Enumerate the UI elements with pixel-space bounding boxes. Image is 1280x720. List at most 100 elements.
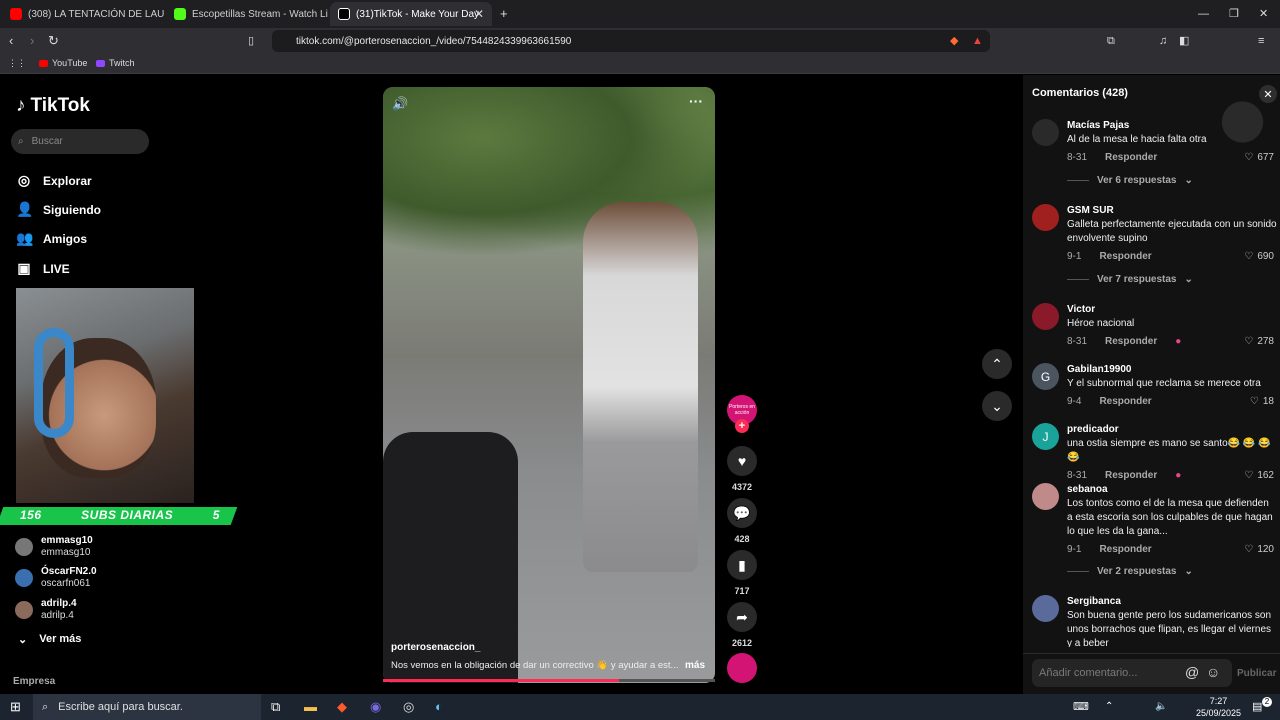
- windows-start-icon[interactable]: ⊞: [10, 699, 21, 715]
- brave-shield-icon[interactable]: ◆: [950, 33, 958, 49]
- share-button[interactable]: ➦ 2612: [727, 602, 757, 648]
- sidebar-toggle-icon[interactable]: ◧: [1179, 33, 1189, 49]
- discord-icon[interactable]: ◉: [370, 699, 381, 715]
- brave-browser-icon[interactable]: ◆: [337, 699, 347, 715]
- avatar[interactable]: G: [1032, 363, 1059, 390]
- following-account[interactable]: emmasg10 emmasg10: [15, 535, 93, 559]
- comment-item: G Gabilan19900 Y el subnormal que reclam…: [1032, 363, 1277, 408]
- comment-author[interactable]: Sergibanca: [1067, 595, 1277, 609]
- emoji-icon[interactable]: ☺: [1206, 664, 1220, 680]
- reply-button[interactable]: Responder: [1099, 396, 1151, 407]
- show-hidden-icons-icon[interactable]: ⌃: [1105, 699, 1113, 715]
- music-disc-icon[interactable]: [727, 653, 757, 683]
- volume-icon[interactable]: 🔈: [1155, 699, 1167, 715]
- file-explorer-icon[interactable]: ▬: [304, 699, 317, 715]
- avatar[interactable]: J: [1032, 423, 1059, 450]
- steam-icon[interactable]: ◐: [435, 699, 443, 715]
- avatar[interactable]: [1032, 303, 1059, 330]
- restore-icon[interactable]: ❐: [1229, 6, 1239, 22]
- follow-plus-icon[interactable]: +: [735, 419, 749, 433]
- reply-button[interactable]: Responder: [1105, 152, 1157, 163]
- view-replies-button[interactable]: Ver 2 respuestas ⌄: [1067, 566, 1193, 577]
- video-username[interactable]: porterosenaccion_: [391, 642, 480, 653]
- heart-outline-icon: ♡: [1244, 250, 1254, 262]
- save-button[interactable]: ▮ 717: [727, 550, 757, 596]
- comment-author[interactable]: Victor: [1067, 303, 1277, 317]
- close-tab-icon[interactable]: ✕: [474, 7, 484, 21]
- extensions-icon[interactable]: ⧉: [1107, 33, 1115, 49]
- more-options-icon[interactable]: ···: [689, 93, 703, 109]
- forward-icon[interactable]: ›: [30, 33, 34, 49]
- comment-button[interactable]: 💬 428: [727, 498, 757, 544]
- reply-button[interactable]: Responder: [1105, 336, 1157, 347]
- close-window-icon[interactable]: ✕: [1259, 6, 1268, 22]
- see-more-label: Ver más: [39, 633, 82, 645]
- nav-amigos[interactable]: 👥 Amigos: [16, 230, 87, 247]
- comment-author[interactable]: sebanoa: [1067, 483, 1277, 497]
- minimize-icon[interactable]: —: [1198, 6, 1209, 22]
- replies-label: Ver 6 respuestas: [1097, 175, 1177, 186]
- music-icon[interactable]: ♫: [1159, 33, 1167, 49]
- apps-icon[interactable]: ⋮⋮: [8, 58, 26, 69]
- browser-tab-youtube[interactable]: (308) LA TENTACIÓN DE LAURITA Y: [2, 2, 164, 26]
- comment-input[interactable]: Añadir comentario...: [1032, 659, 1232, 687]
- bookmark-youtube[interactable]: YouTube: [39, 58, 87, 68]
- nav-explorar[interactable]: ◎ Explorar: [16, 172, 92, 189]
- view-replies-button[interactable]: Ver 7 respuestas ⌄: [1067, 274, 1193, 285]
- previous-video-button[interactable]: ⌃: [982, 349, 1012, 379]
- comment-author[interactable]: predicador: [1067, 423, 1277, 437]
- following-account[interactable]: adrilp.4 adrilp.4: [15, 598, 77, 622]
- see-more-button[interactable]: ⌄ Ver más: [18, 633, 81, 646]
- friends-icon: 👥: [16, 230, 34, 246]
- obs-icon[interactable]: ◎: [403, 699, 414, 715]
- video-progress-bar[interactable]: [383, 679, 715, 682]
- publish-button[interactable]: Publicar: [1237, 668, 1276, 679]
- bookmark-icon[interactable]: ▯: [248, 33, 254, 49]
- nav-label: LIVE: [43, 261, 70, 276]
- bookmark-twitch[interactable]: Twitch: [96, 58, 135, 68]
- brave-rewards-icon[interactable]: ▲: [972, 33, 983, 49]
- back-icon[interactable]: ‹: [9, 33, 13, 49]
- comment-like-button[interactable]: ♡ 162: [1244, 470, 1274, 481]
- comment-like-button[interactable]: ♡ 120: [1244, 544, 1274, 555]
- tiktok-logo[interactable]: ♪ TikTok: [16, 95, 90, 117]
- like-button[interactable]: ♥ 4372: [727, 446, 757, 492]
- comment-likes: 120: [1257, 543, 1274, 555]
- nav-siguiendo[interactable]: 👤 Siguiendo: [16, 201, 101, 218]
- comment-like-button[interactable]: ♡ 690: [1244, 251, 1274, 262]
- comment-author[interactable]: GSM SUR: [1067, 204, 1277, 218]
- keyboard-icon[interactable]: ⌨: [1073, 699, 1089, 715]
- view-replies-button[interactable]: Ver 6 respuestas ⌄: [1067, 175, 1193, 186]
- comment-like-button[interactable]: ♡ 18: [1250, 396, 1274, 407]
- search-placeholder: Buscar: [31, 136, 63, 147]
- reply-button[interactable]: Responder: [1099, 251, 1151, 262]
- comment-like-button[interactable]: ♡ 677: [1244, 152, 1274, 163]
- search-input[interactable]: ⌕ Buscar: [11, 129, 149, 154]
- task-view-icon[interactable]: ⧉: [271, 699, 280, 715]
- avatar[interactable]: [1032, 204, 1059, 231]
- nav-live[interactable]: ▣ LIVE: [16, 260, 70, 277]
- avatar[interactable]: [1032, 119, 1059, 146]
- reply-button[interactable]: Responder: [1099, 544, 1151, 555]
- mention-icon[interactable]: @: [1185, 664, 1199, 680]
- company-link[interactable]: Empresa: [13, 676, 55, 687]
- volume-icon[interactable]: 🔊: [392, 96, 408, 112]
- following-account[interactable]: ÓscarFN2.0 oscarfn061: [15, 566, 97, 590]
- avatar[interactable]: [1032, 595, 1059, 622]
- browser-tab-tiktok[interactable]: (31)TikTok - Make Your Day ✕: [330, 2, 492, 26]
- avatar[interactable]: [1032, 483, 1059, 510]
- more-text-button[interactable]: más: [685, 660, 705, 671]
- address-bar[interactable]: tiktok.com/@porterosenaccion_/video/7544…: [272, 30, 990, 52]
- browser-tab-kick[interactable]: Escopetillas Stream - Watch Live on: [166, 2, 328, 26]
- video-player[interactable]: [383, 87, 715, 683]
- notification-center-icon[interactable]: ▤: [1252, 699, 1262, 715]
- system-clock[interactable]: 7:27 25/09/2025: [1196, 695, 1241, 719]
- reply-button[interactable]: Responder: [1105, 470, 1157, 481]
- reload-icon[interactable]: ↻: [48, 33, 59, 49]
- comment-like-button[interactable]: ♡ 278: [1244, 336, 1274, 347]
- new-tab-icon[interactable]: +: [500, 6, 508, 22]
- taskbar-search[interactable]: ⌕ Escribe aquí para buscar.: [33, 694, 261, 720]
- next-video-button[interactable]: ⌄: [982, 391, 1012, 421]
- comment-author[interactable]: Gabilan19900: [1067, 363, 1277, 377]
- menu-icon[interactable]: ≡: [1258, 33, 1264, 49]
